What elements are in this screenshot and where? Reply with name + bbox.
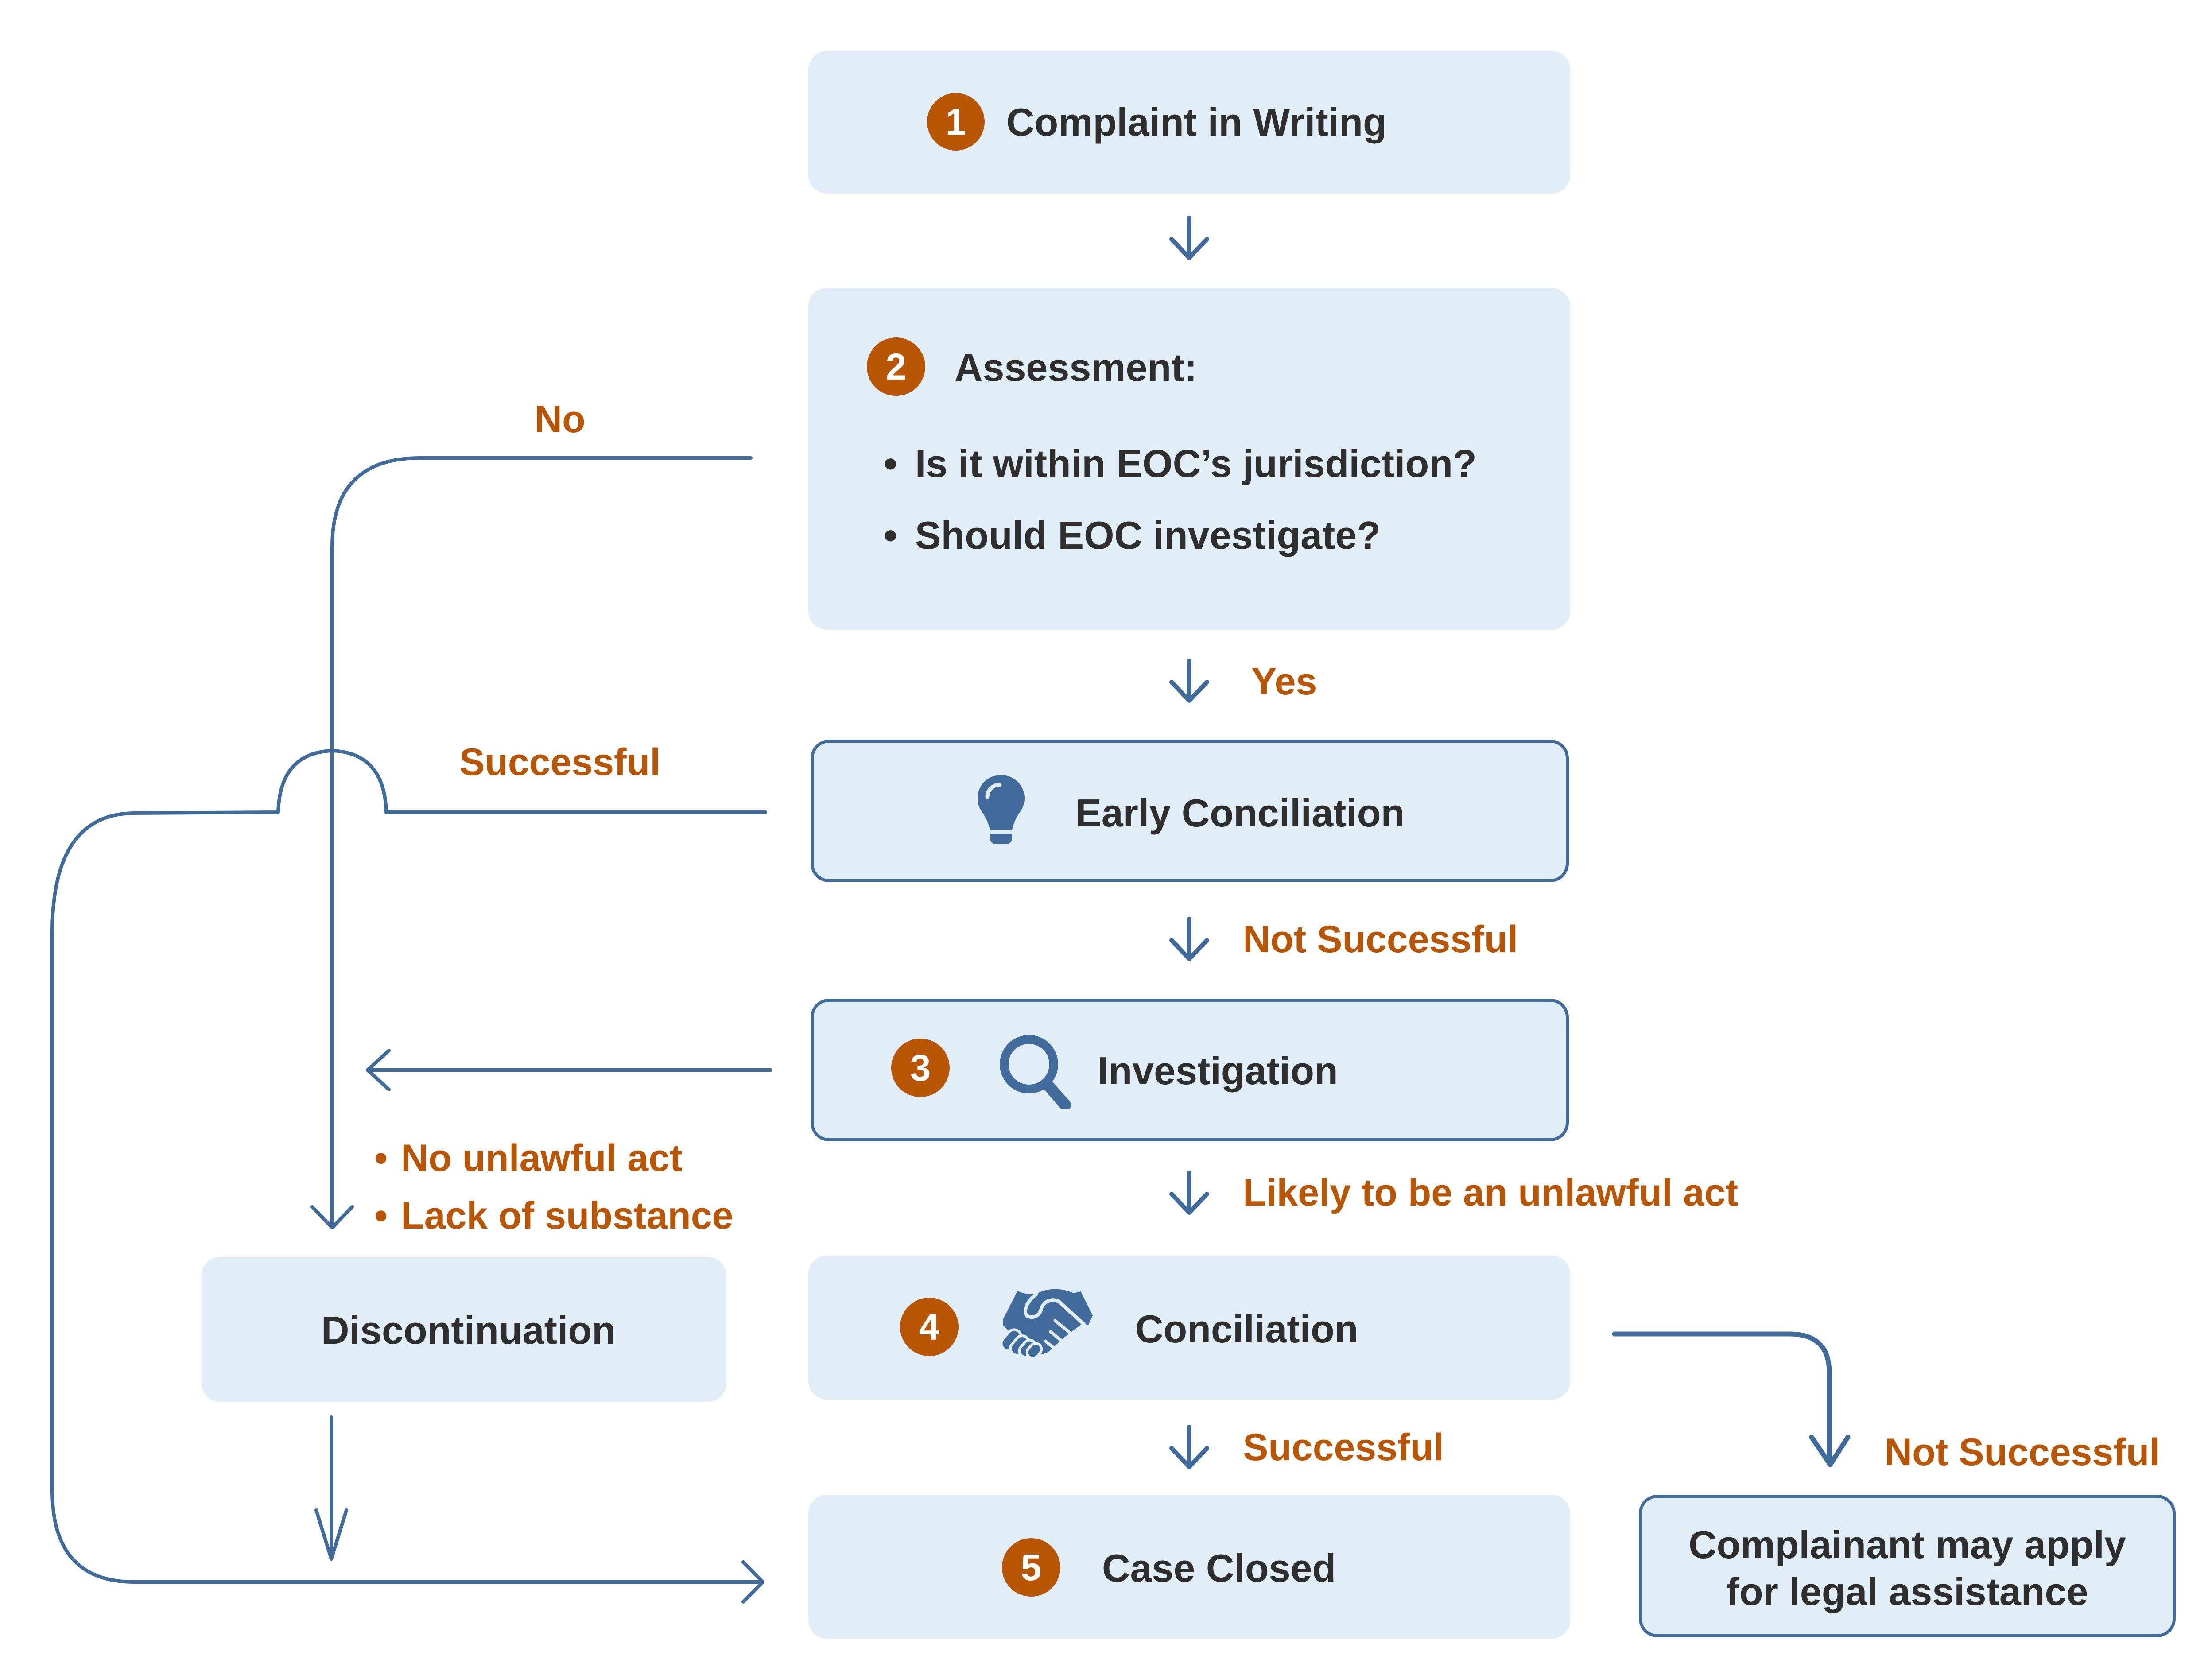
step-conciliation-title: Conciliation <box>1135 1307 1358 1351</box>
assessment-bullet-2: • Should EOC investigate? <box>884 513 1381 557</box>
bullet-glyph: • <box>374 1137 388 1179</box>
path-conciliation-not-successful <box>1612 1331 1832 1466</box>
discontinuation-title: Discontinuation <box>321 1308 616 1352</box>
arrow-assessment-yes <box>1169 659 1209 703</box>
step-assessment-title: Assessment: <box>955 345 1197 389</box>
magnifier-icon <box>1000 1035 1071 1109</box>
arrow-conciliation-successful <box>1169 1425 1209 1469</box>
step-badge-2: 2 <box>867 337 925 396</box>
lightbulb-icon <box>978 775 1025 844</box>
legal-assistance-text: Complainant may apply for legal assistan… <box>1688 1523 2126 1613</box>
label-reason-1: • No unlawful act <box>374 1137 683 1179</box>
label-no: No <box>535 398 586 441</box>
label-early-not-successful: Not Successful <box>1243 918 1518 961</box>
label-conciliation-successful: Successful <box>1243 1426 1444 1469</box>
step-badge-3: 3 <box>891 1039 950 1097</box>
bullet-glyph: • <box>374 1194 388 1237</box>
path-no-to-discontinuation <box>330 456 753 1229</box>
step-badge-1: 1 <box>927 93 985 151</box>
label-yes: Yes <box>1251 660 1317 703</box>
label-reason-2: • Lack of substance <box>374 1194 733 1237</box>
arrow-complaint-to-assessment <box>1169 216 1209 260</box>
handshake-icon <box>1002 1289 1093 1360</box>
label-early-successful: Successful <box>459 741 661 783</box>
label-investigation-likely: Likely to be an unlawful act <box>1243 1171 1739 1214</box>
bullet-glyph: • <box>884 442 897 485</box>
step-badge-5: 5 <box>1002 1538 1060 1597</box>
step-early-conciliation-title: Early Conciliation <box>1075 791 1405 835</box>
step-badge-4: 4 <box>900 1298 959 1356</box>
arrow-early-not-successful <box>1169 917 1209 961</box>
assessment-bullet-1: • Is it within EOC’s jurisdiction? <box>884 442 1477 485</box>
arrow-investigation-likely <box>1169 1171 1209 1215</box>
step-complaint-title: Complaint in Writing <box>1006 100 1387 144</box>
step-case-closed-title: Case Closed <box>1102 1546 1336 1590</box>
bullet-glyph: • <box>884 513 897 557</box>
label-conciliation-not-successful: Not Successful <box>1885 1431 2160 1473</box>
step-investigation-title: Investigation <box>1098 1049 1338 1093</box>
